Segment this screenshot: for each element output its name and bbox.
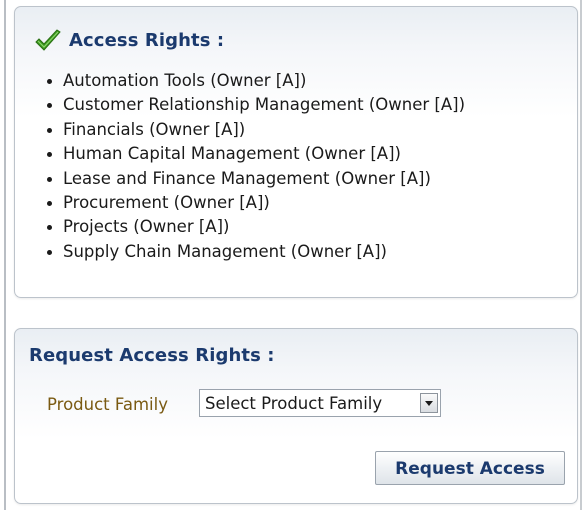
checkmark-icon: [35, 29, 61, 51]
list-item: Supply Chain Management (Owner [A]): [43, 240, 465, 264]
content-frame: Access Rights : Automation Tools (Owner …: [4, 0, 582, 510]
list-item: Procurement (Owner [A]): [43, 191, 465, 215]
request-access-title: Request Access Rights :: [29, 345, 275, 366]
list-item: Automation Tools (Owner [A]): [43, 69, 465, 93]
list-item: Customer Relationship Management (Owner …: [43, 93, 465, 117]
access-rights-title: Access Rights :: [69, 30, 225, 51]
product-family-label: Product Family: [47, 395, 168, 414]
dropdown-button[interactable]: [420, 393, 438, 413]
list-item: Human Capital Management (Owner [A]): [43, 142, 465, 166]
chevron-down-icon: [425, 401, 433, 406]
product-family-selected-value: Select Product Family: [205, 394, 383, 413]
request-access-button[interactable]: Request Access: [375, 451, 565, 485]
product-family-select[interactable]: Select Product Family: [199, 389, 441, 417]
access-rights-panel: Access Rights : Automation Tools (Owner …: [14, 6, 578, 298]
list-item: Financials (Owner [A]): [43, 118, 465, 142]
request-access-panel: Request Access Rights : Product Family S…: [14, 328, 578, 504]
list-item: Projects (Owner [A]): [43, 215, 465, 239]
list-item: Lease and Finance Management (Owner [A]): [43, 167, 465, 191]
access-rights-list: Automation Tools (Owner [A]) Customer Re…: [43, 69, 465, 264]
